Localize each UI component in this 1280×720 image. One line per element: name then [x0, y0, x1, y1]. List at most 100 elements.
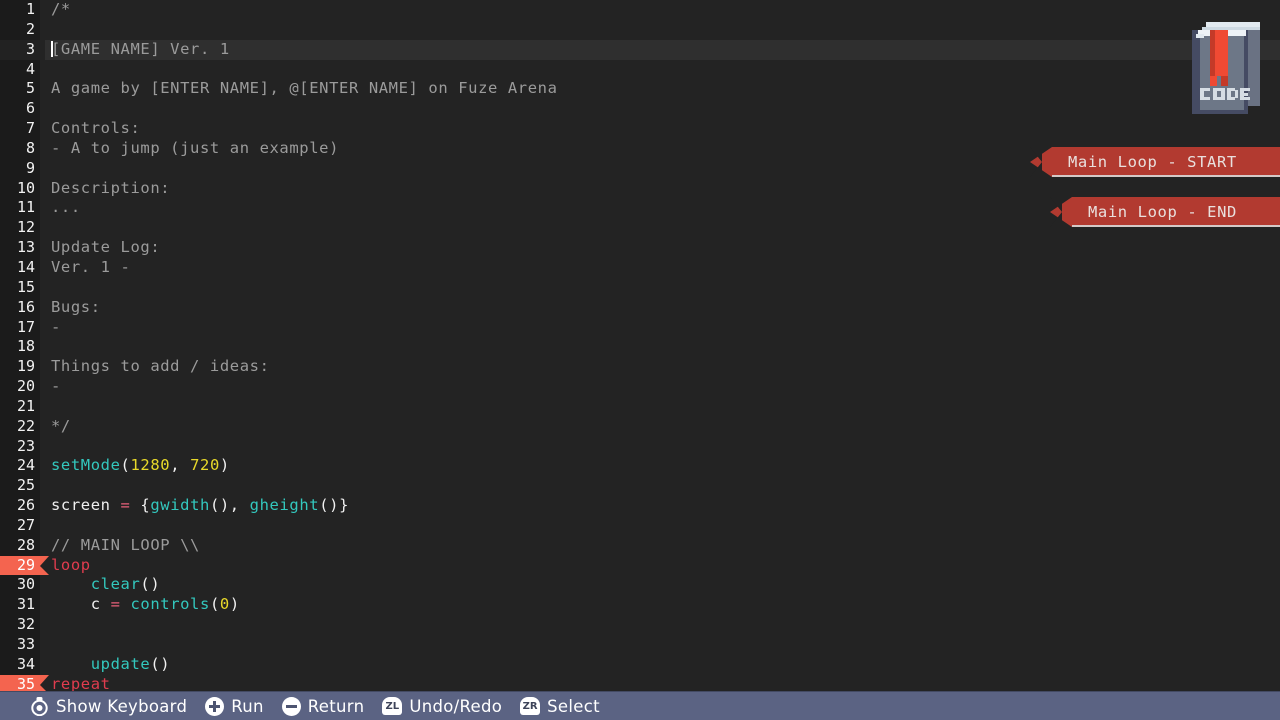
code-line-content[interactable]: screen = {gwidth(), gheight()} [45, 496, 1280, 516]
code-line[interactable]: 22 */ [0, 416, 1280, 437]
code-line-content[interactable] [45, 99, 1280, 119]
main-loop-end-banner[interactable]: Main Loop - END [1050, 197, 1280, 227]
code-line[interactable]: 13 Update Log: [0, 238, 1280, 258]
code-line-content[interactable]: Bugs: [45, 298, 1280, 318]
line-number[interactable]: 1 [0, 0, 40, 20]
line-number[interactable]: 5 [0, 79, 40, 100]
code-line-content[interactable]: /* [45, 0, 1280, 20]
line-number[interactable]: 6 [0, 99, 40, 120]
code-line[interactable]: 16 Bugs: [0, 297, 1280, 318]
line-number[interactable]: 25 [0, 476, 40, 497]
code-line[interactable]: 28 // MAIN LOOP \\ [0, 535, 1280, 556]
code-line-content[interactable]: Description: [45, 179, 1280, 199]
code-line[interactable]: 17- [0, 317, 1280, 338]
line-number[interactable]: 34 [0, 654, 40, 675]
code-line[interactable]: 15 [0, 277, 1280, 298]
code-line-content[interactable]: update() [45, 655, 1280, 675]
code-line[interactable]: 29 loop [0, 555, 1280, 576]
code-line[interactable]: 3 [GAME NAME] Ver. 1 [0, 39, 1280, 60]
code-line-content[interactable]: loop [45, 556, 1280, 576]
toolbar-item-return[interactable]: Return [281, 692, 365, 720]
code-line[interactable]: 19 Things to add / ideas: [0, 357, 1280, 378]
line-number[interactable]: 32 [0, 615, 40, 635]
code-line-content[interactable] [45, 635, 1280, 655]
line-number[interactable]: 30 [0, 575, 40, 596]
line-number[interactable]: 19 [0, 357, 40, 378]
line-number[interactable]: 26 [0, 496, 40, 516]
line-number[interactable]: 22 [0, 416, 40, 437]
line-number[interactable]: 18 [0, 337, 40, 358]
code-line-content[interactable]: repeat [45, 675, 1280, 692]
code-line-content[interactable]: Things to add / ideas: [45, 357, 1280, 377]
code-line[interactable]: 24 setMode(1280, 720) [0, 456, 1280, 477]
toolbar-item-select[interactable]: ZR Select [520, 692, 600, 720]
line-number[interactable]: 23 [0, 436, 40, 457]
code-line-content[interactable] [45, 397, 1280, 417]
line-number-marked[interactable]: 29 [0, 555, 49, 576]
code-line[interactable]: 1 /* [0, 0, 1280, 20]
code-line-content[interactable]: setMode(1280, 720) [45, 456, 1280, 476]
line-number[interactable]: 10 [0, 178, 40, 199]
code-line[interactable]: 7 Controls: [0, 119, 1280, 139]
code-line-content[interactable]: clear() [45, 575, 1280, 595]
code-line[interactable]: 33 [0, 635, 1280, 655]
code-line-content[interactable] [45, 20, 1280, 40]
line-number[interactable]: 3 [0, 39, 40, 60]
code-line[interactable]: 31 c = controls(0) [0, 595, 1280, 616]
code-line[interactable]: 30 clear() [0, 575, 1280, 596]
code-line-content[interactable] [45, 476, 1280, 496]
code-line[interactable]: 6 [0, 99, 1280, 120]
line-number[interactable]: 7 [0, 119, 40, 139]
code-line-content[interactable] [45, 516, 1280, 536]
line-number[interactable]: 9 [0, 158, 40, 179]
line-number[interactable]: 8 [0, 138, 40, 159]
code-line-content[interactable] [45, 337, 1280, 357]
code-line-content[interactable] [45, 437, 1280, 457]
code-line[interactable]: 34 update() [0, 654, 1280, 675]
code-line[interactable]: 18 [0, 337, 1280, 358]
toolbar-item-undo-redo[interactable]: ZL Undo/Redo [382, 692, 502, 720]
toolbar-item-show-keyboard[interactable]: Show Keyboard [30, 692, 187, 720]
code-line-content[interactable]: Ver. 1 - [45, 258, 1280, 278]
main-loop-start-banner[interactable]: Main Loop - START [1030, 147, 1280, 177]
code-line[interactable]: 21 [0, 396, 1280, 417]
code-line[interactable]: 26 screen = {gwidth(), gheight()} [0, 496, 1280, 516]
line-number[interactable]: 14 [0, 257, 40, 278]
line-number[interactable]: 31 [0, 595, 40, 616]
line-number[interactable]: 21 [0, 396, 40, 417]
code-line-content[interactable]: - [45, 377, 1280, 397]
code-line[interactable]: 35 repeat [0, 674, 1280, 692]
code-editor-surface[interactable]: 1 /* 2 3 [GAME NAME] Ver. 1 45 A game by [ENTE… [0, 0, 1280, 692]
code-line-content[interactable]: Update Log: [45, 238, 1280, 258]
line-number[interactable]: 28 [0, 535, 40, 556]
code-line[interactable]: 4 [0, 59, 1280, 80]
code-line[interactable]: 5 A game by [ENTER NAME], @[ENTER NAME] o… [0, 79, 1280, 100]
line-number[interactable]: 16 [0, 297, 40, 318]
line-number[interactable]: 15 [0, 277, 40, 298]
code-line-content[interactable]: // MAIN LOOP \\ [45, 536, 1280, 556]
code-line-content[interactable]: A game by [ENTER NAME], @[ENTER NAME] on… [45, 79, 1280, 99]
code-line-content[interactable]: Controls: [45, 119, 1280, 139]
code-line-content[interactable] [45, 278, 1280, 298]
code-line[interactable]: 20- [0, 377, 1280, 397]
code-line[interactable]: 27 [0, 515, 1280, 536]
code-line-content[interactable] [45, 60, 1280, 80]
code-line[interactable]: 10 Description: [0, 178, 1280, 199]
line-number[interactable]: 12 [0, 218, 40, 239]
line-number[interactable]: 4 [0, 59, 40, 80]
code-line[interactable]: 14 Ver. 1 - [0, 257, 1280, 278]
line-number[interactable]: 33 [0, 635, 40, 655]
line-number-marked[interactable]: 35 [0, 674, 49, 692]
code-line-content[interactable]: - [45, 318, 1280, 338]
code-line-content[interactable]: c = controls(0) [45, 595, 1280, 615]
toolbar-item-run[interactable]: Run [205, 692, 264, 720]
line-number[interactable]: 17 [0, 317, 40, 338]
code-line-content[interactable] [45, 615, 1280, 635]
line-number[interactable]: 2 [0, 19, 40, 40]
line-number[interactable]: 11 [0, 198, 40, 219]
code-line[interactable]: 25 [0, 476, 1280, 497]
line-number[interactable]: 24 [0, 456, 40, 477]
line-number[interactable]: 27 [0, 515, 40, 536]
code-line[interactable]: 2 [0, 19, 1280, 40]
code-line[interactable]: 32 [0, 615, 1280, 635]
